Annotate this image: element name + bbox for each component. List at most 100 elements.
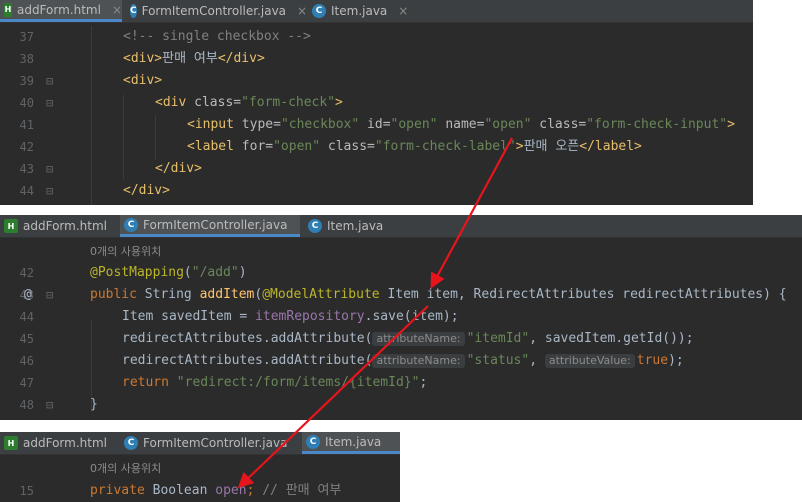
tab-label: addForm.html [23, 436, 107, 450]
code-text: return "redirect:/form/items/{itemId}"; [122, 372, 427, 394]
type-name: String [144, 287, 200, 302]
html-tag: > [515, 139, 524, 154]
code-line: 38 <div>판매 여부</div> [0, 48, 753, 70]
editor-panel-controller: H addForm.html C FormItemController.java… [0, 215, 802, 420]
line-number: 42 [19, 140, 34, 154]
code-line: 39 ⊟ <div> [0, 70, 753, 92]
code-text: Item savedItem = itemRepository.save(ite… [122, 306, 459, 328]
keyword: return [122, 375, 177, 390]
html-tag: <label [187, 139, 242, 154]
code-token: ) [238, 265, 247, 280]
html-value: "checkbox" [280, 117, 360, 132]
field-name: open [215, 483, 247, 498]
tab-bar: H addForm.html C FormItemController.java… [0, 215, 802, 238]
code-text: <div>판매 여부</div> [123, 48, 265, 70]
html-file-icon: H [4, 219, 18, 233]
code-text: <div class="form-check"> [155, 92, 343, 114]
html-attr: id= [359, 117, 391, 132]
html-tag: </label> [579, 139, 642, 154]
type-name: Boolean [152, 483, 216, 498]
tab-addform-html[interactable]: H addForm.html [0, 215, 118, 237]
tab-item-java[interactable]: C Item.java × [308, 0, 418, 22]
editor-panel-item: H addForm.html C FormItemController.java… [0, 432, 400, 502]
code-token: redirectAttributes.addAttribute( [122, 353, 373, 368]
code-line: 40 ⊟ <div class="form-check"> [0, 92, 753, 114]
line-number: 38 [19, 52, 34, 66]
html-file-icon: H [4, 436, 18, 450]
html-tag: > [727, 117, 735, 132]
fold-icon[interactable]: ⊟ [46, 180, 53, 202]
code-line: 48 ⊟ } [0, 394, 802, 416]
code-token: , savedItem.getId()); [529, 331, 694, 346]
html-file-icon: H [4, 2, 12, 17]
html-tag: <div> [123, 51, 163, 66]
tab-formitemcontroller[interactable]: C FormItemController.java [120, 432, 300, 454]
line-number: 39 [19, 74, 34, 88]
html-tag: <div> [123, 73, 163, 88]
string-literal: "status" [466, 353, 530, 368]
code-text: <input type="checkbox" id="open" name="o… [187, 114, 735, 136]
html-tag: <input [187, 117, 242, 132]
tab-formitemcontroller[interactable]: C FormItemController.java [120, 215, 300, 237]
tab-label: Item.java [327, 219, 384, 233]
tab-label: addForm.html [16, 2, 101, 17]
code-line: 43 @ ⊟ public String addItem(@ModelAttri… [0, 284, 802, 306]
line-number: 42 [19, 266, 34, 280]
usage-hint[interactable]: 0개의 사용위치 [90, 242, 161, 262]
annotation: @ModelAttribute [262, 287, 388, 302]
html-tag: </div> [155, 161, 202, 176]
java-class-icon: C [308, 219, 322, 233]
java-class-icon: C [124, 436, 138, 450]
code-line: 45 redirectAttributes.addAttribute(attri… [0, 328, 802, 350]
line-number: 40 [19, 96, 34, 110]
html-value: "form-check-label" [374, 139, 516, 154]
html-tag: <div [155, 95, 195, 110]
code-token: , [529, 353, 545, 368]
line-number: 44 [19, 310, 34, 324]
tab-label: addForm.html [23, 219, 107, 233]
code-line: 37 <!-- single checkbox --> [0, 26, 753, 48]
code-token: ); [668, 353, 684, 368]
code-text: @PostMapping("/add") [90, 262, 247, 284]
code-comment: // 판매 여부 [262, 483, 342, 498]
html-text: 판매 여부 [162, 51, 218, 66]
string-literal: "/add" [191, 265, 239, 280]
fold-icon[interactable]: ⊟ [46, 92, 53, 114]
code-token: .save(item); [364, 309, 459, 324]
keyword: public [90, 287, 145, 302]
fold-icon[interactable]: ⊟ [46, 70, 53, 92]
tab-item-java[interactable]: C Item.java [302, 432, 400, 454]
close-icon[interactable]: × [297, 4, 307, 18]
line-number: 47 [19, 376, 34, 390]
close-icon[interactable]: × [398, 4, 408, 18]
java-class-icon: C [124, 217, 138, 232]
code-line: 15 private Boolean open; // 판매 여부 [0, 480, 400, 502]
code-line: 44 Item savedItem = itemRepository.save(… [0, 306, 802, 328]
line-number: 15 [19, 484, 34, 498]
line-number: 45 [19, 332, 34, 346]
line-number: 48 [19, 398, 34, 412]
fold-icon[interactable]: ⊟ [46, 394, 53, 416]
code-text: public String addItem(@ModelAttribute It… [90, 284, 787, 306]
close-icon[interactable]: × [112, 3, 122, 17]
html-value: "form-check" [241, 95, 336, 110]
fold-icon[interactable]: ⊟ [46, 284, 53, 306]
html-attr: type= [241, 117, 281, 132]
line-number: 41 [19, 118, 34, 132]
keyword: private [90, 483, 153, 498]
code-text: redirectAttributes.addAttribute(attribut… [122, 350, 684, 372]
code-text: redirectAttributes.addAttribute(attribut… [122, 328, 694, 350]
html-value: "open" [273, 139, 321, 154]
usage-hint[interactable]: 0개의 사용위치 [90, 459, 161, 479]
tab-addform-html[interactable]: H addForm.html [0, 432, 118, 454]
tab-label: Item.java [331, 4, 388, 18]
code-token: Item savedItem = [122, 309, 256, 324]
mapping-gutter-icon[interactable]: @ [24, 284, 32, 306]
html-value: "open" [390, 117, 438, 132]
tab-formitemcontroller[interactable]: C FormItemController.java × [126, 0, 307, 22]
html-attr: for= [241, 139, 274, 154]
tab-item-java[interactable]: C Item.java [304, 215, 404, 237]
tab-addform-html[interactable]: H addForm.html × [0, 0, 122, 22]
tab-label: Item.java [325, 434, 382, 449]
fold-icon[interactable]: ⊟ [46, 158, 53, 180]
